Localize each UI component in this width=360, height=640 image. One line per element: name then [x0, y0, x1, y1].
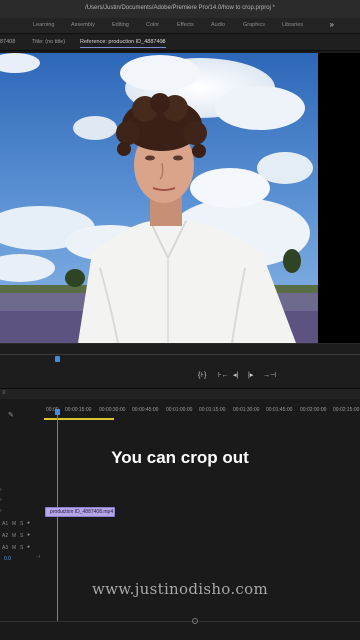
clip-name: production ID_4887408.mp4	[50, 509, 114, 515]
ruler-label: 00:01:15:00	[199, 407, 226, 413]
ruler-label: 00:01:30:00	[233, 407, 260, 413]
tab-graphics[interactable]: Graphics	[243, 22, 265, 28]
microphone-icon[interactable]: ●	[27, 532, 30, 538]
ruler-label: 00:00:45:00	[132, 407, 159, 413]
mark-in-out-button[interactable]: {⊦}	[198, 371, 206, 379]
tab-reference[interactable]: Reference: production ID_4887408	[80, 39, 166, 48]
ruler-label: 00:00:30:00	[99, 407, 126, 413]
track-expand-icon[interactable]: ›	[0, 508, 2, 514]
scrub-track	[0, 354, 360, 355]
timeline-zoom-bar[interactable]	[0, 618, 360, 624]
project-path: /Users/Justin/Documents/Adobe/Premiere P…	[85, 5, 275, 11]
zoom-handle[interactable]	[192, 618, 198, 624]
solo-button[interactable]: S	[20, 521, 23, 527]
track-expand-icon[interactable]: ›	[0, 497, 2, 503]
overlay-caption: You can crop out	[111, 448, 249, 467]
monitor-scrub-bar[interactable]	[0, 343, 360, 365]
video-frame	[0, 53, 318, 343]
program-monitor[interactable]	[0, 53, 360, 343]
monitor-playhead[interactable]	[55, 356, 60, 362]
tab-audio[interactable]: Audio	[211, 22, 225, 28]
ruler-label: 00:01:00:00	[166, 407, 193, 413]
solo-button[interactable]: S	[20, 545, 23, 551]
ruler-label: 00:02:00:00	[300, 407, 327, 413]
solo-button[interactable]: S	[20, 533, 23, 539]
mute-button[interactable]: M	[12, 521, 16, 527]
master-track-icon[interactable]: ⊣	[36, 554, 40, 560]
workspace-bar: Learning Assembly Editing Color Effects …	[0, 18, 360, 34]
wrench-icon[interactable]: ✎	[8, 411, 14, 419]
panel-grip-icon[interactable]: ≡	[2, 390, 6, 396]
time-ruler[interactable]: 00:00 00:00:15:00 00:00:30:00 00:00:45:0…	[44, 405, 360, 419]
tab-effects[interactable]: Effects	[177, 22, 194, 28]
go-to-in-button[interactable]: ⊦←	[218, 371, 229, 379]
audio-track-name: A3	[2, 545, 9, 551]
audio-track-name: A1	[2, 521, 9, 527]
more-workspaces-icon[interactable]: »	[330, 20, 334, 29]
source-fragment[interactable]: 87408	[0, 39, 15, 45]
master-volume-value[interactable]: 0.0	[4, 556, 11, 562]
timeline-header: ≡	[0, 389, 360, 399]
go-to-out-button[interactable]: →⊣	[263, 371, 276, 379]
ruler-label: 00:02:15:00	[333, 407, 360, 413]
tab-assembly[interactable]: Assembly	[71, 22, 95, 28]
mute-button[interactable]: M	[12, 545, 16, 551]
track-expand-icon[interactable]: ›	[0, 487, 2, 493]
microphone-icon[interactable]: ●	[27, 544, 30, 550]
tab-color[interactable]: Color	[146, 22, 159, 28]
tab-learning[interactable]: Learning	[33, 22, 54, 28]
video-frame-image	[0, 53, 318, 343]
tab-libraries[interactable]: Libraries	[282, 22, 303, 28]
tab-editing[interactable]: Editing	[112, 22, 129, 28]
ruler-label: 00:01:45:00	[266, 407, 293, 413]
ruler-label: 00:00:15:00	[65, 407, 92, 413]
transport-controls: {⊦} ⊦← ◂| |▸ →⊣	[0, 365, 360, 387]
watermark-text: www.justinodisho.com	[92, 580, 268, 598]
tab-title[interactable]: Title: (no title)	[32, 39, 65, 45]
mute-button[interactable]: M	[12, 533, 16, 539]
step-back-button[interactable]: ◂|	[233, 371, 238, 379]
step-forward-button[interactable]: |▸	[248, 371, 253, 379]
work-area-bar[interactable]	[44, 418, 114, 420]
microphone-icon[interactable]: ●	[27, 520, 30, 526]
panel-menu-icon[interactable]: ≡	[161, 39, 164, 45]
audio-track-name: A2	[2, 533, 9, 539]
monitor-tab-bar: 87408 Title: (no title) Reference: produ…	[0, 35, 360, 51]
zoom-track	[0, 621, 360, 622]
title-bar: /Users/Justin/Documents/Adobe/Premiere P…	[0, 0, 360, 18]
video-clip[interactable]: production ID_4887408.mp4	[45, 507, 115, 517]
